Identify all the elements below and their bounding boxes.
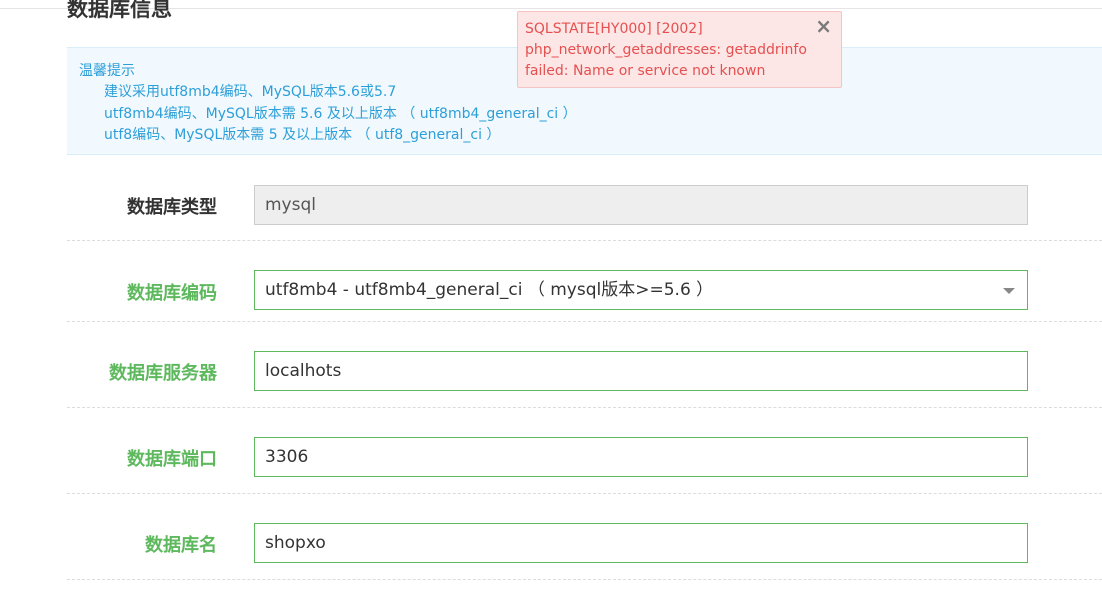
- tips-line: utf8编码、MySQL版本需 5 及以上版本 （ utf8_general_c…: [104, 127, 501, 143]
- form-row-db-name: 数据库名 shopxo: [67, 494, 1102, 580]
- error-message-line: failed: Name or service not known: [525, 63, 766, 79]
- tips-title: 温馨提示: [79, 63, 135, 79]
- db-type-field: mysql: [254, 185, 1028, 225]
- db-host-label: 数据库服务器: [109, 363, 217, 384]
- db-type-label: 数据库类型: [127, 197, 217, 218]
- form-row-db-type: 数据库类型 mysql: [67, 160, 1102, 241]
- db-charset-select[interactable]: utf8mb4 - utf8mb4_general_ci （ mysql版本>=…: [254, 270, 1028, 310]
- error-message-line: SQLSTATE[HY000] [2002]: [525, 21, 703, 37]
- error-message-line: php_network_getaddresses: getaddrinfo: [525, 42, 807, 58]
- tips-line: 建议采用utf8mb4编码、MySQL版本5.6或5.7: [104, 84, 397, 100]
- db-port-label: 数据库端口: [127, 449, 217, 470]
- form-row-db-charset: 数据库编码 utf8mb4 - utf8mb4_general_ci （ mys…: [67, 241, 1102, 322]
- chevron-down-icon: [1003, 288, 1015, 294]
- install-page: 数据库信息 温馨提示 建议采用utf8mb4编码、MySQL版本5.6或5.7 …: [0, 0, 1102, 602]
- db-charset-selected-value: utf8mb4 - utf8mb4_general_ci （ mysql版本>=…: [265, 280, 714, 300]
- form-row-db-host: 数据库服务器 localhots: [67, 322, 1102, 408]
- close-icon[interactable]: ×: [815, 15, 832, 37]
- form-row-db-port: 数据库端口 3306: [67, 408, 1102, 494]
- db-host-input[interactable]: localhots: [254, 351, 1028, 391]
- db-charset-label: 数据库编码: [127, 283, 217, 304]
- section-title: 数据库信息: [67, 0, 172, 21]
- db-port-input[interactable]: 3306: [254, 437, 1028, 477]
- db-name-label: 数据库名: [145, 535, 217, 556]
- tips-line: utf8mb4编码、MySQL版本需 5.6 及以上版本 （ utf8mb4_g…: [104, 106, 577, 122]
- error-alert: SQLSTATE[HY000] [2002] php_network_getad…: [517, 11, 842, 88]
- db-name-input[interactable]: shopxo: [254, 523, 1028, 563]
